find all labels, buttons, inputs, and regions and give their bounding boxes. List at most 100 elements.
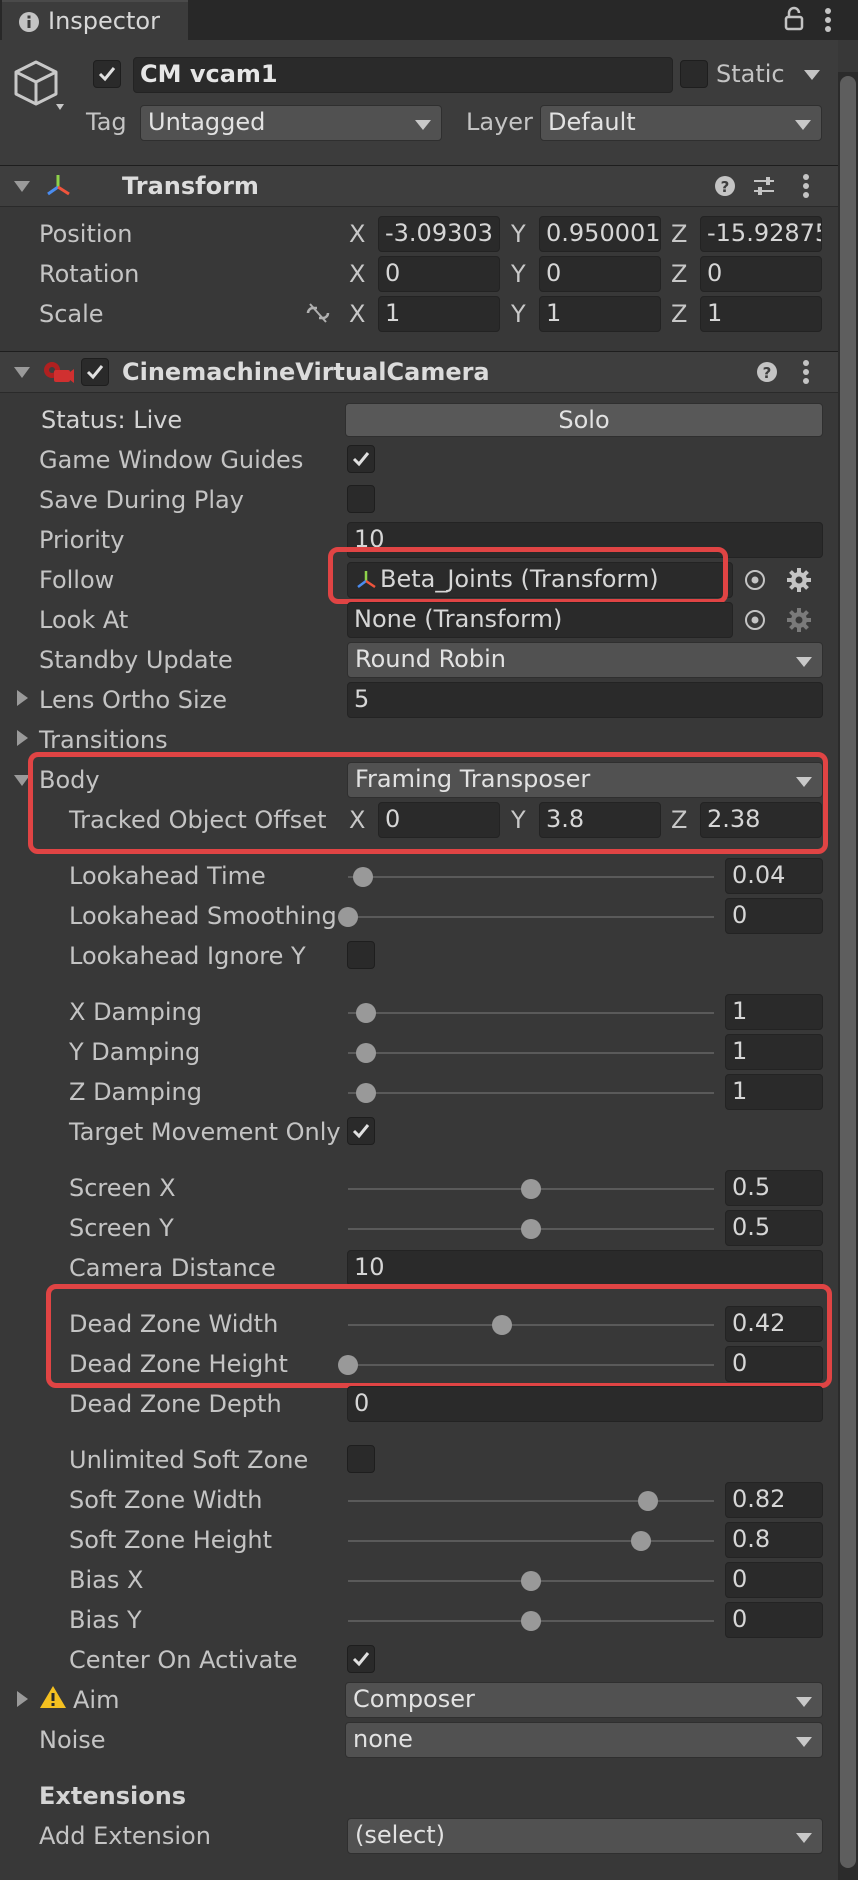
y-damping-slider-knob[interactable] [356, 1043, 377, 1063]
screen-x-slider-knob[interactable] [521, 1179, 541, 1199]
position-label: Position [39, 220, 133, 248]
check-icon [86, 365, 104, 380]
y-damping-field[interactable]: 1 [725, 1034, 823, 1070]
position-x-field[interactable]: -3.09303 [378, 216, 500, 252]
bias-y-slider-knob[interactable] [521, 1611, 541, 1631]
rotation-z-field[interactable]: 0 [700, 256, 822, 292]
dead-zone-depth-field[interactable]: 0 [347, 1386, 823, 1422]
x-damping-slider-knob[interactable] [356, 1003, 377, 1023]
tab-inspector[interactable]: Inspector [2, 0, 188, 42]
aim-label: Aim [73, 1686, 120, 1714]
lookahead-smoothing-slider-track[interactable] [348, 916, 714, 918]
scale-x-field[interactable]: 1 [378, 296, 500, 332]
object-picker-icon[interactable] [743, 608, 767, 632]
bias-x-field[interactable]: 0 [725, 1562, 823, 1598]
position-z-field[interactable]: -15.92875 [700, 216, 822, 252]
soft-zone-height-slider-knob[interactable] [630, 1531, 651, 1551]
look-at-object-field[interactable]: None (Transform) [347, 602, 733, 638]
chevron-down-icon [796, 657, 812, 667]
bias-y-field[interactable]: 0 [725, 1602, 823, 1638]
more-menu-icon[interactable] [822, 6, 834, 34]
camera-distance-field[interactable]: 10 [347, 1250, 823, 1286]
standby-update-label: Standby Update [39, 646, 233, 674]
position-y-field[interactable]: 0.950001 [539, 216, 661, 252]
axis-z-label: Z [671, 220, 688, 248]
lookahead-ignore-y-checkbox[interactable] [347, 941, 375, 969]
noise-dropdown[interactable]: none [345, 1722, 823, 1758]
gear-icon[interactable] [786, 567, 812, 593]
lens-foldout-arrow[interactable] [17, 690, 28, 706]
lookahead-smoothing-slider-knob[interactable] [338, 907, 358, 927]
add-extension-value: (select) [355, 1821, 446, 1849]
unlinked-scale-icon[interactable] [304, 302, 332, 324]
soft-zone-height-slider-track[interactable] [348, 1540, 714, 1542]
help-icon[interactable]: ? [714, 175, 736, 197]
scale-y-field[interactable]: 1 [539, 296, 661, 332]
game-window-guides-checkbox[interactable] [347, 445, 375, 473]
axis-x-label: X [349, 260, 366, 288]
layer-dropdown[interactable]: Default [540, 105, 822, 141]
z-damping-label: Z Damping [69, 1078, 202, 1106]
static-dropdown-arrow[interactable] [804, 70, 820, 80]
screen-y-slider-knob[interactable] [521, 1219, 541, 1239]
lookahead-smoothing-label: Lookahead Smoothing [69, 902, 337, 930]
scale-z-field[interactable]: 1 [700, 296, 822, 332]
static-checkbox[interactable] [680, 60, 708, 88]
rotation-x-field[interactable]: 0 [378, 256, 500, 292]
tag-dropdown[interactable]: Untagged [140, 105, 442, 141]
axis-z-label: Z [671, 300, 688, 328]
lookahead-smoothing-field[interactable]: 0 [725, 898, 823, 934]
soft-zone-width-slider-track[interactable] [348, 1500, 714, 1502]
help-icon[interactable]: ? [756, 361, 778, 383]
lookahead-time-slider-track[interactable] [348, 876, 714, 878]
component-menu-icon[interactable] [800, 172, 812, 200]
z-damping-slider-knob[interactable] [356, 1083, 377, 1103]
transitions-label[interactable]: Transitions [39, 725, 168, 755]
aim-dropdown[interactable]: Composer [345, 1682, 823, 1718]
look-at-label: Look At [39, 606, 129, 634]
axis-x-label: X [349, 300, 366, 328]
transitions-foldout-arrow[interactable] [17, 730, 28, 746]
center-on-activate-checkbox[interactable] [347, 1645, 375, 1673]
standby-update-dropdown[interactable]: Round Robin [347, 642, 823, 678]
gear-icon[interactable] [786, 607, 812, 633]
unlimited-soft-zone-checkbox[interactable] [347, 1445, 375, 1473]
object-active-checkbox[interactable] [93, 60, 121, 88]
soft-zone-width-slider-knob[interactable] [638, 1491, 659, 1511]
soft-zone-height-field[interactable]: 0.8 [725, 1522, 823, 1558]
bias-x-slider-knob[interactable] [521, 1571, 541, 1591]
screen-x-field[interactable]: 0.5 [725, 1170, 823, 1206]
aim-foldout-arrow[interactable] [17, 1691, 28, 1707]
target-movement-only-checkbox[interactable] [347, 1117, 375, 1145]
x-damping-slider-track[interactable] [348, 1012, 714, 1014]
lookahead-ignore-y-label: Lookahead Ignore Y [69, 942, 306, 970]
x-damping-field[interactable]: 1 [725, 994, 823, 1030]
solo-button[interactable]: Solo [345, 403, 823, 437]
lookahead-time-slider-knob[interactable] [352, 867, 373, 887]
vcam-foldout-arrow[interactable] [14, 367, 30, 378]
lookahead-time-label: Lookahead Time [69, 862, 266, 890]
gameobject-cube-icon[interactable] [12, 58, 64, 114]
transform-foldout-arrow[interactable] [14, 181, 30, 192]
axis-z-label: Z [671, 260, 688, 288]
vcam-enabled-checkbox[interactable] [81, 358, 109, 386]
presets-sliders-icon[interactable] [752, 174, 776, 198]
x-damping-label: X Damping [69, 998, 202, 1026]
y-damping-slider-track[interactable] [348, 1052, 714, 1054]
object-picker-icon[interactable] [743, 568, 767, 592]
component-menu-icon[interactable] [800, 358, 812, 386]
axis-y-label: Y [511, 220, 526, 248]
soft-zone-width-field[interactable]: 0.82 [725, 1482, 823, 1518]
lookahead-time-field[interactable]: 0.04 [725, 858, 823, 894]
y-damping-label: Y Damping [69, 1038, 201, 1066]
scrollbar-thumb[interactable] [840, 76, 856, 1868]
save-during-play-checkbox[interactable] [347, 485, 375, 513]
lens-ortho-size-field[interactable]: 5 [347, 682, 823, 718]
add-extension-dropdown[interactable]: (select) [347, 1818, 823, 1854]
rotation-y-field[interactable]: 0 [539, 256, 661, 292]
z-damping-field[interactable]: 1 [725, 1074, 823, 1110]
z-damping-slider-track[interactable] [348, 1092, 714, 1094]
screen-y-field[interactable]: 0.5 [725, 1210, 823, 1246]
object-name-field[interactable]: CM vcam1 [133, 57, 673, 93]
lock-icon[interactable] [784, 6, 804, 32]
